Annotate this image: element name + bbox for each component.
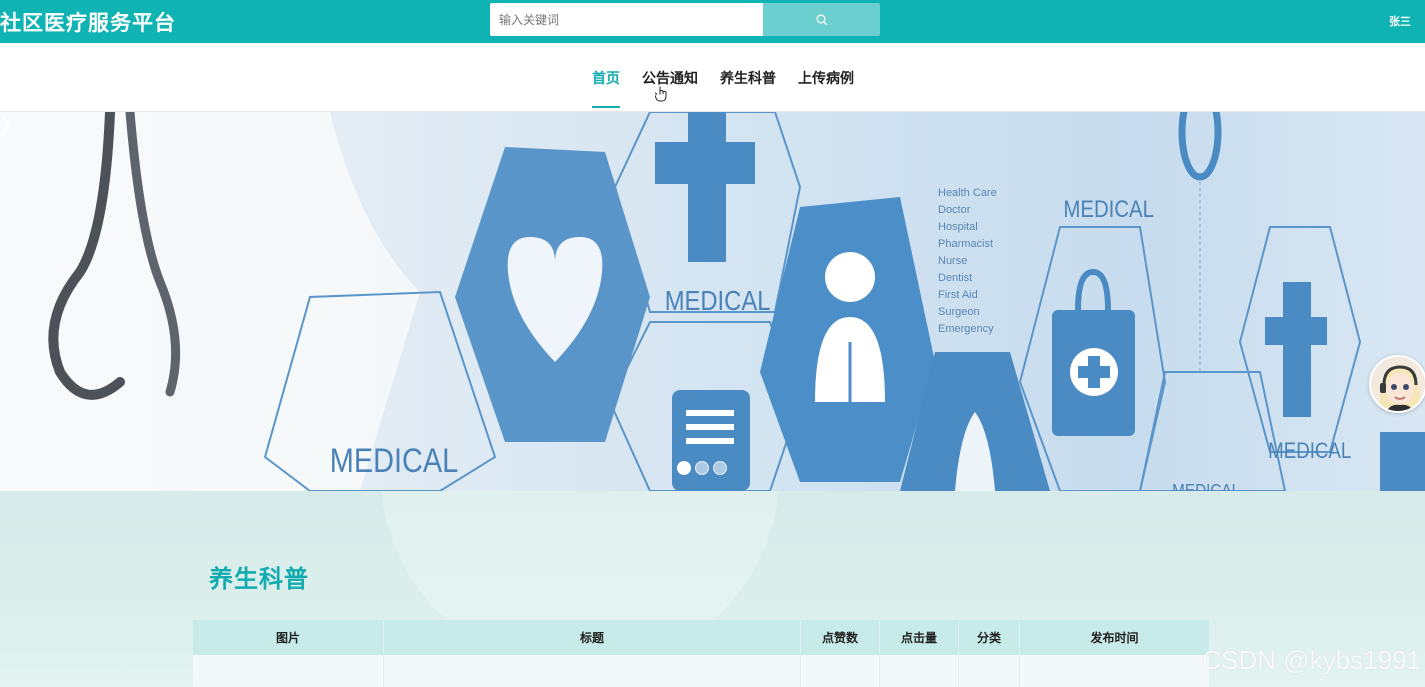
hand-cursor-icon [655, 86, 667, 102]
column-header-clicks: 点击量 [880, 620, 959, 655]
word-list-item: Emergency [938, 323, 994, 335]
carousel-dot[interactable] [713, 461, 727, 475]
nav-item-health-science[interactable]: 养生科普 [720, 43, 776, 112]
column-header-category: 分类 [959, 620, 1020, 655]
word-list-item: Nurse [938, 255, 967, 267]
articles-table: 图片 标题 点赞数 点击量 分类 发布时间 [193, 620, 1209, 687]
hero-banner[interactable]: MEDICAL MEDICAL MEDICAL MEDICAL MEDICAL … [0, 112, 1425, 491]
search-input[interactable] [490, 3, 763, 36]
search-bar [490, 3, 880, 36]
support-agent-icon [1371, 357, 1425, 411]
word-list-item: Dentist [938, 272, 972, 284]
table-cell [880, 655, 959, 687]
hex-label: MEDICAL [665, 284, 771, 316]
hex-label: MEDICAL [1268, 440, 1351, 464]
table-cell [193, 655, 384, 687]
nav-item-announcements[interactable]: 公告通知 [642, 43, 698, 112]
nav-item-upload-case[interactable]: 上传病例 [798, 43, 854, 112]
top-header: 社区医疗服务平台 张三 [0, 0, 1425, 43]
main-nav: 首页 公告通知 养生科普 上传病例 [592, 43, 876, 112]
word-list-item: Doctor [938, 204, 971, 216]
table-cell [959, 655, 1020, 687]
carousel-indicators [677, 461, 727, 475]
hex-label: MEDICAL [1172, 480, 1240, 491]
carousel-dot[interactable] [677, 461, 691, 475]
customer-service-avatar[interactable] [1369, 355, 1425, 413]
column-header-image: 图片 [193, 620, 384, 655]
nav-item-home[interactable]: 首页 [592, 43, 620, 112]
hex-label: MEDICAL [330, 441, 458, 480]
table-cell [1020, 655, 1209, 687]
word-list-item: Pharmacist [938, 238, 993, 250]
word-list-item: Hospital [938, 221, 978, 233]
word-list-item: Health Care [938, 187, 997, 199]
search-button[interactable] [763, 3, 880, 36]
column-header-likes: 点赞数 [801, 620, 880, 655]
watermark: CSDN @kybs1991 [1202, 645, 1421, 675]
user-name[interactable]: 张三 [1389, 13, 1411, 29]
table-header: 图片 标题 点赞数 点击量 分类 发布时间 [193, 620, 1209, 655]
word-list-item: Surgeon [938, 306, 980, 318]
column-header-title: 标题 [384, 620, 801, 655]
medical-word-list: Health Care Doctor Hospital Pharmacist N… [938, 187, 997, 335]
section-title: 养生科普 [209, 565, 309, 593]
carousel-dot[interactable] [695, 461, 709, 475]
table-cell [384, 655, 801, 687]
site-brand[interactable]: 社区医疗服务平台 [0, 7, 176, 37]
hex-label: MEDICAL [1063, 195, 1154, 222]
word-list-item: First Aid [938, 289, 978, 301]
medical-banner-illustration: MEDICAL MEDICAL MEDICAL MEDICAL MEDICAL … [0, 112, 1425, 491]
chevron-right-icon[interactable] [0, 112, 10, 138]
table-row[interactable] [193, 655, 1209, 687]
main-nav-bar: 首页 公告通知 养生科普 上传病例 [0, 43, 1425, 112]
table-cell [801, 655, 880, 687]
search-icon [816, 14, 827, 25]
column-header-publish-time: 发布时间 [1090, 631, 1139, 645]
